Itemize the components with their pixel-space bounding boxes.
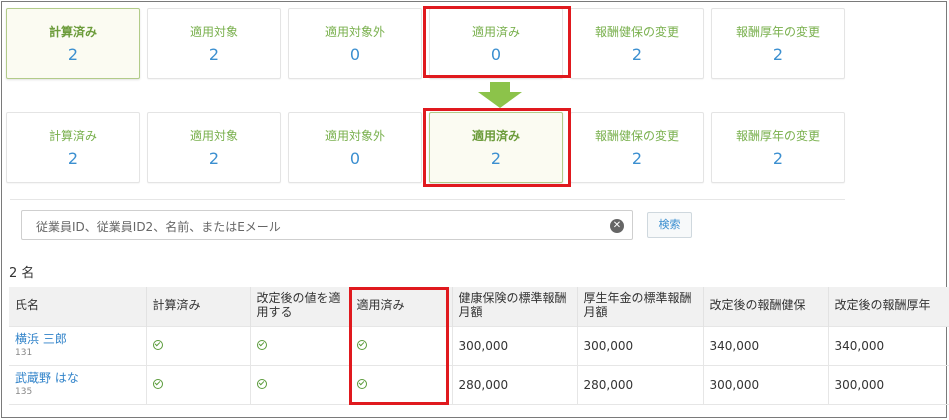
card-not-applicable[interactable]: 適用対象外 0 bbox=[288, 112, 422, 183]
card-health-change[interactable]: 報酬健保の変更 2 bbox=[570, 8, 704, 79]
card-calculated[interactable]: 計算済み 2 bbox=[6, 8, 140, 79]
card-label: 報酬厚年の変更 bbox=[735, 25, 820, 39]
card-count: 2 bbox=[631, 45, 643, 64]
cell-employee-name: 武蔵野 はな 135 bbox=[9, 365, 147, 405]
clear-circle-icon[interactable]: ✕ bbox=[610, 219, 624, 233]
header-revised-pension[interactable]: 改定後の報酬厚年 bbox=[828, 287, 949, 326]
highlight-box-after bbox=[423, 108, 571, 187]
search-placeholder: 従業員ID、従業員ID2、名前、またはEメール bbox=[36, 220, 281, 234]
card-count: 2 bbox=[631, 149, 643, 168]
header-pension-standard[interactable]: 厚生年金の標準報酬月額 bbox=[577, 287, 704, 326]
employee-code: 135 bbox=[15, 387, 33, 398]
card-count: 2 bbox=[208, 45, 220, 64]
check-circle-icon bbox=[256, 378, 267, 389]
table-header-row: 氏名 計算済み 改定後の値を適用する 適用済み 健康保険の標準報酬月額 厚生年金… bbox=[9, 287, 949, 326]
header-apply-revised[interactable]: 改定後の値を適用する bbox=[250, 287, 351, 326]
check-circle-icon bbox=[152, 339, 163, 350]
card-label: 計算済み bbox=[48, 129, 97, 143]
table-row: 武蔵野 はな 135 280,000 280,000 300,000 300,00… bbox=[9, 365, 949, 405]
table-row: 横浜 三郎 131 300,000 300,000 340,000 340,000 bbox=[9, 325, 949, 366]
card-count: 0 bbox=[349, 45, 361, 64]
card-applicable[interactable]: 適用対象 2 bbox=[147, 112, 281, 183]
card-label: 報酬健保の変更 bbox=[594, 25, 679, 39]
cell-revised-pension: 340,000 bbox=[828, 325, 949, 366]
employee-name-link[interactable]: 横浜 三郎 bbox=[15, 332, 140, 346]
cell-calculated bbox=[146, 325, 251, 366]
cell-apply-revised bbox=[250, 325, 351, 366]
cell-calculated bbox=[146, 365, 251, 405]
card-pension-change[interactable]: 報酬厚年の変更 2 bbox=[711, 8, 845, 79]
cell-revised-health: 300,000 bbox=[703, 365, 829, 405]
cell-revised-health: 340,000 bbox=[703, 325, 829, 366]
search-button[interactable]: 検索 bbox=[647, 212, 692, 238]
card-pension-change[interactable]: 報酬厚年の変更 2 bbox=[711, 112, 845, 183]
card-count: 2 bbox=[67, 149, 79, 168]
highlight-box-applied-column bbox=[349, 287, 449, 405]
card-not-applicable[interactable]: 適用対象外 0 bbox=[288, 8, 422, 79]
employee-table: 氏名 計算済み 改定後の値を適用する 適用済み 健康保険の標準報酬月額 厚生年金… bbox=[9, 287, 949, 405]
card-label: 適用対象 bbox=[189, 25, 238, 39]
employee-code: 131 bbox=[15, 348, 33, 359]
header-health-standard[interactable]: 健康保険の標準報酬月額 bbox=[452, 287, 578, 326]
cell-health-standard: 280,000 bbox=[452, 365, 578, 405]
down-arrow-icon bbox=[478, 82, 522, 108]
card-count: 2 bbox=[208, 149, 220, 168]
card-applicable[interactable]: 適用対象 2 bbox=[147, 8, 281, 79]
card-label: 報酬健保の変更 bbox=[594, 129, 679, 143]
check-circle-icon bbox=[256, 339, 267, 350]
cell-apply-revised bbox=[250, 365, 351, 405]
card-calculated[interactable]: 計算済み 2 bbox=[6, 112, 140, 183]
card-label: 報酬厚年の変更 bbox=[735, 129, 820, 143]
header-revised-health[interactable]: 改定後の報酬健保 bbox=[703, 287, 829, 326]
header-name[interactable]: 氏名 bbox=[9, 287, 147, 326]
cell-pension-standard: 280,000 bbox=[577, 365, 704, 405]
search-input[interactable]: 従業員ID、従業員ID2、名前、またはEメール ✕ bbox=[21, 210, 633, 240]
card-count: 2 bbox=[67, 45, 79, 64]
cell-revised-pension: 300,000 bbox=[828, 365, 949, 405]
card-count: 2 bbox=[772, 45, 784, 64]
card-label: 計算済み bbox=[48, 25, 97, 39]
header-calculated[interactable]: 計算済み bbox=[146, 287, 251, 326]
card-count: 0 bbox=[349, 149, 361, 168]
divider bbox=[10, 199, 845, 200]
check-circle-icon bbox=[152, 378, 163, 389]
result-count: 2 名 bbox=[9, 266, 35, 281]
cell-pension-standard: 300,000 bbox=[577, 325, 704, 366]
card-label: 適用対象外 bbox=[324, 25, 385, 39]
employee-name-link[interactable]: 武蔵野 はな bbox=[15, 371, 140, 385]
card-label: 適用対象外 bbox=[324, 129, 385, 143]
card-label: 適用対象 bbox=[189, 129, 238, 143]
cell-health-standard: 300,000 bbox=[452, 325, 578, 366]
card-health-change[interactable]: 報酬健保の変更 2 bbox=[570, 112, 704, 183]
highlight-box-before bbox=[423, 6, 571, 78]
cell-employee-name: 横浜 三郎 131 bbox=[9, 325, 147, 366]
card-count: 2 bbox=[772, 149, 784, 168]
